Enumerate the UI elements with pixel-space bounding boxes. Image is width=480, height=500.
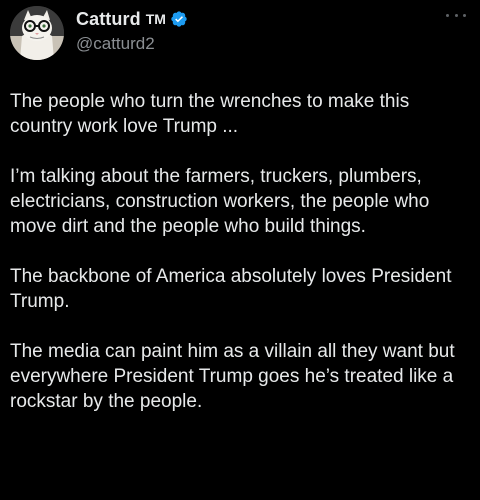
author-handle[interactable]: @catturd2 — [76, 34, 188, 54]
cat-with-glasses-avatar-icon — [10, 6, 64, 60]
tweet-card: Catturd TM @catturd2 The people who turn… — [0, 0, 480, 500]
tweet-text: The people who turn the wrenches to make… — [10, 89, 472, 414]
tweet-paragraph: The media can paint him as a villain all… — [10, 341, 455, 412]
name-row: Catturd TM — [76, 7, 188, 31]
author-info: Catturd TM @catturd2 — [76, 7, 188, 54]
avatar[interactable] — [10, 6, 64, 60]
more-dot — [454, 13, 458, 17]
verified-badge-icon — [171, 11, 187, 27]
more-dot — [446, 13, 449, 17]
display-name[interactable]: Catturd — [76, 9, 141, 30]
tweet-header: Catturd TM @catturd2 — [8, 5, 472, 60]
tweet-paragraph: The people who turn the wrenches to make… — [10, 91, 410, 137]
more-options-icon[interactable] — [446, 9, 466, 21]
trademark-label: TM — [145, 11, 166, 27]
more-dot — [463, 13, 466, 17]
tweet-paragraph: The backbone of America absolutely loves… — [10, 266, 452, 312]
tweet-paragraph: I’m talking about the farmers, truckers,… — [10, 166, 430, 237]
